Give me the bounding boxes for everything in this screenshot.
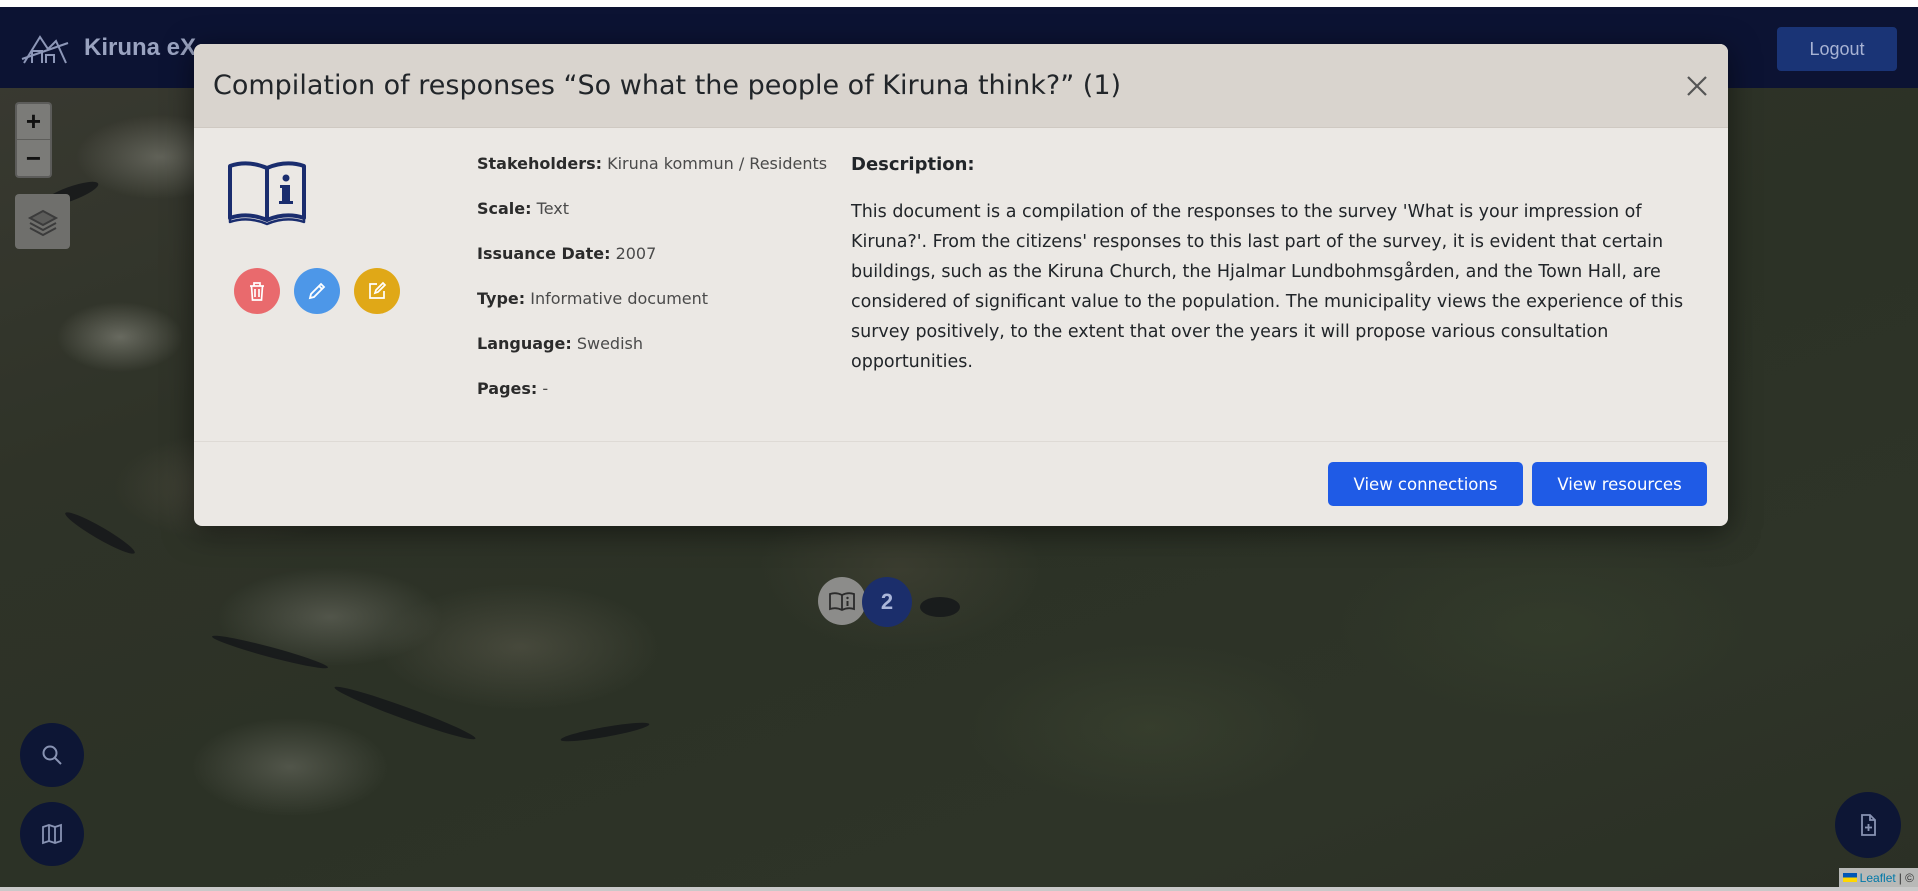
modal-footer: View connections View resources <box>194 442 1728 526</box>
document-modal: Compilation of responses “So what the pe… <box>194 44 1728 526</box>
book-info-icon <box>829 592 855 612</box>
zoom-out-button[interactable]: − <box>17 140 50 176</box>
meta-key: Stakeholders: <box>477 154 603 173</box>
meta-key: Type: <box>477 289 526 308</box>
meta-value: Kiruna kommun / Residents <box>607 154 828 173</box>
pencil-icon <box>308 282 326 300</box>
modal-body: Stakeholders: Kiruna kommun / Residents … <box>194 128 1728 442</box>
layers-button[interactable] <box>15 194 70 249</box>
ukraine-flag-icon <box>1842 873 1857 882</box>
app-title: Kiruna eX <box>84 33 197 61</box>
attribution-separator: | © <box>1898 870 1914 885</box>
description-text: This document is a compilation of the re… <box>851 202 1684 372</box>
map-attribution: Leaflet | © <box>1838 868 1918 887</box>
layers-icon <box>27 209 58 236</box>
meta-row-language: Language: Swedish <box>477 334 827 379</box>
cluster-count-badge[interactable]: 2 <box>862 577 912 627</box>
meta-row-issuance-date: Issuance Date: 2007 <box>477 244 827 289</box>
meta-value: Swedish <box>576 334 643 353</box>
document-marker[interactable] <box>818 577 866 625</box>
file-plus-icon <box>1861 814 1876 836</box>
leaflet-link[interactable]: Leaflet <box>1860 871 1896 885</box>
close-icon <box>1687 76 1707 96</box>
meta-key: Issuance Date: <box>477 244 611 263</box>
logout-button[interactable]: Logout <box>1777 27 1897 71</box>
map-button[interactable] <box>20 802 84 866</box>
meta-row-stakeholders: Stakeholders: Kiruna kommun / Residents <box>477 154 827 199</box>
meta-value: - <box>542 379 549 398</box>
meta-value: Informative document <box>530 289 709 308</box>
description-title: Description: <box>851 154 975 175</box>
edit-square-icon <box>369 281 387 299</box>
brand[interactable]: Kiruna eX <box>20 29 196 67</box>
book-info-icon <box>228 161 306 226</box>
meta-key: Language: <box>477 334 572 353</box>
meta-row-pages: Pages: - <box>477 379 827 424</box>
add-document-button[interactable] <box>1835 792 1901 858</box>
meta-value: 2007 <box>615 244 657 263</box>
zoom-control: + − <box>15 102 52 178</box>
search-button[interactable] <box>20 723 84 787</box>
meta-row-scale: Scale: Text <box>477 199 827 244</box>
view-resources-button[interactable]: View resources <box>1532 462 1707 506</box>
meta-row-type: Type: Informative document <box>477 289 827 334</box>
link-edit-button[interactable] <box>354 268 400 314</box>
close-button[interactable] <box>1681 70 1713 102</box>
description-section: Description: This document is a compilat… <box>851 154 1691 377</box>
kiruna-logo-icon <box>21 34 69 64</box>
delete-button[interactable] <box>234 268 280 314</box>
view-connections-button[interactable]: View connections <box>1328 462 1523 506</box>
zoom-in-button[interactable]: + <box>17 104 50 140</box>
map-icon <box>42 823 62 845</box>
modal-header: Compilation of responses “So what the pe… <box>194 44 1728 128</box>
window-top-edge <box>0 0 1918 7</box>
search-icon <box>42 745 62 765</box>
meta-key: Scale: <box>477 199 532 218</box>
document-metadata: Stakeholders: Kiruna kommun / Residents … <box>477 154 827 424</box>
trash-icon <box>250 282 264 301</box>
edit-button[interactable] <box>294 268 340 314</box>
modal-title: Compilation of responses “So what the pe… <box>213 70 1122 101</box>
meta-value: Text <box>536 199 569 218</box>
meta-key: Pages: <box>477 379 538 398</box>
window-bottom-edge <box>0 887 1918 891</box>
